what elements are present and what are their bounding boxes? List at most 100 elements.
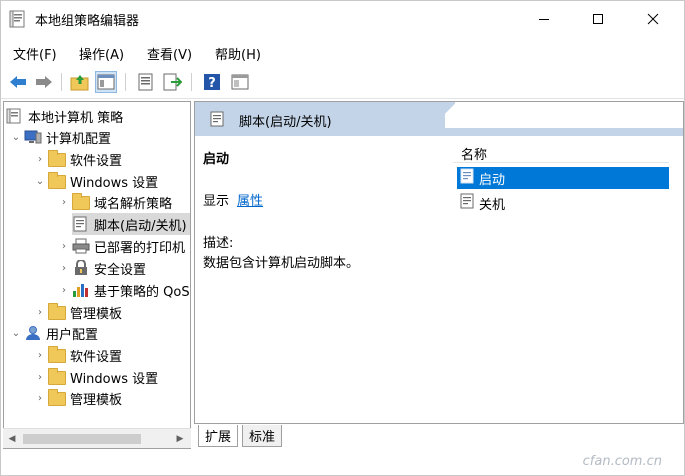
title-bar: 本地组策略编辑器: [1, 1, 684, 37]
tab-standard[interactable]: 标准: [242, 425, 283, 447]
export-list-button[interactable]: [161, 71, 183, 93]
tree-item-root[interactable]: 本地计算机 策略: [6, 105, 123, 127]
tree-horizontal-scrollbar[interactable]: ◀ ▶: [3, 428, 191, 448]
user-icon: [24, 325, 42, 341]
chevron-right-icon[interactable]: ›: [56, 241, 72, 252]
show-label: 显示: [203, 194, 230, 209]
maximize-icon: [593, 14, 603, 24]
security-icon: [72, 259, 90, 276]
properties-icon: [138, 73, 153, 91]
chevron-down-icon[interactable]: ⌄: [8, 328, 24, 339]
tree-item-user-admin-templates[interactable]: › 管理模板: [32, 387, 122, 409]
tree-item-user-config[interactable]: ⌄ 用户配置: [8, 322, 98, 344]
tree-item-label: 计算机配置: [46, 131, 112, 147]
help-icon: ?: [204, 74, 220, 91]
view-tabs: 扩展 标准: [194, 424, 684, 448]
tree-item-security-settings[interactable]: › 安全设置: [56, 257, 146, 279]
up-folder-button[interactable]: [69, 71, 91, 93]
tree-item-name-resolution-policy[interactable]: › 域名解析策略: [56, 191, 172, 213]
svg-text:?: ?: [208, 76, 216, 91]
tree-item-computer-config[interactable]: ⌄ 计算机配置: [8, 126, 111, 148]
menu-action[interactable]: 操作(A): [79, 44, 124, 63]
chevron-right-icon[interactable]: ›: [32, 350, 48, 361]
menu-view[interactable]: 查看(V): [147, 44, 192, 63]
list-item-label: 关机: [479, 197, 506, 213]
list-item-label: 启动: [479, 172, 506, 188]
export-list-icon: [163, 73, 182, 91]
up-folder-icon: [70, 75, 89, 91]
back-button[interactable]: [7, 71, 29, 93]
tree-item-label: 安全设置: [94, 262, 147, 278]
tree-item-label: 软件设置: [70, 349, 123, 365]
tree-item-deployed-printers[interactable]: › 已部署的打印机: [56, 235, 185, 257]
details-header-band: [435, 128, 683, 136]
forward-button[interactable]: [33, 71, 55, 93]
maximize-button[interactable]: [575, 1, 621, 37]
window-title: 本地组策略编辑器: [35, 14, 140, 29]
details-pane: 脚本(启动/关机) 启动 显示 属性 描述: 数据包含计算机启动脚本。 名称 启…: [194, 101, 684, 424]
tree-item-admin-templates[interactable]: › 管理模板: [32, 301, 122, 323]
close-button[interactable]: [630, 1, 676, 37]
list-item-shutdown[interactable]: 关机: [457, 192, 669, 214]
description-label: 描述:: [203, 236, 234, 251]
tree-item-label: 管理模板: [70, 392, 123, 408]
toolbar-separator: [125, 73, 126, 91]
chevron-right-icon[interactable]: ›: [56, 263, 72, 274]
tree-item-user-software-settings[interactable]: › 软件设置: [32, 344, 122, 366]
chevron-right-icon[interactable]: ›: [32, 372, 48, 383]
gpedit-window: 本地组策略编辑器 文件(F) 操作(A) 查看(V) 帮助(H) ? 本地计算机…: [0, 0, 685, 476]
extended-title: 启动: [203, 152, 230, 167]
minimize-icon: [539, 19, 549, 20]
tree-item-user-windows-settings[interactable]: › Windows 设置: [32, 366, 158, 388]
folder-icon: [48, 368, 66, 385]
column-header-name[interactable]: 名称: [461, 144, 487, 163]
properties-button[interactable]: [135, 71, 157, 93]
tree-item-label: 管理模板: [70, 306, 123, 322]
tree-item-label: 脚本(启动/关机): [94, 218, 187, 234]
extended-view-button[interactable]: [229, 71, 251, 93]
scroll-left-icon[interactable]: ◀: [5, 432, 19, 446]
details-header: 脚本(启动/关机): [195, 102, 683, 136]
scroll-right-icon[interactable]: ▶: [173, 432, 187, 446]
tree-item-scripts[interactable]: 脚本(启动/关机): [72, 213, 190, 235]
printer-icon: [72, 238, 90, 254]
details-header-title: 脚本(启动/关机): [239, 115, 332, 130]
tab-label: 标准: [249, 430, 276, 445]
chevron-down-icon[interactable]: ⌄: [32, 176, 48, 187]
chevron-right-icon[interactable]: ›: [32, 393, 48, 404]
tab-extended[interactable]: 扩展: [198, 425, 239, 447]
menu-help[interactable]: 帮助(H): [215, 44, 261, 63]
script-icon: [209, 111, 225, 131]
column-divider: [453, 162, 669, 163]
tree-item-policy-qos[interactable]: › 基于策略的 QoS: [56, 279, 190, 301]
extended-view-icon: [231, 74, 249, 90]
help-button[interactable]: ?: [201, 71, 223, 93]
description-text: 数据包含计算机启动脚本。: [203, 256, 360, 271]
chevron-right-icon[interactable]: ›: [56, 285, 72, 296]
tab-label: 扩展: [205, 430, 232, 445]
tree-item-software-settings[interactable]: › 软件设置: [32, 148, 122, 170]
chevron-right-icon[interactable]: ›: [32, 307, 48, 318]
folder-icon: [48, 172, 66, 189]
toolbar-separator: [61, 73, 62, 91]
folder-icon: [48, 389, 66, 406]
tree-item-label: 软件设置: [70, 153, 123, 169]
tree-pane: 本地计算机 策略 ⌄ 计算机配置 › 软件设置 ⌄ Windows 设置 › 域…: [3, 101, 191, 449]
properties-link[interactable]: 属性: [237, 190, 263, 209]
chevron-right-icon[interactable]: ›: [32, 154, 48, 165]
show-hide-tree-button[interactable]: [95, 71, 117, 93]
tree-item-label: 已部署的打印机: [94, 240, 186, 256]
chevron-down-icon[interactable]: ⌄: [8, 132, 24, 143]
tree-item-label: 用户配置: [46, 327, 99, 343]
minimize-button[interactable]: [521, 1, 567, 37]
menu-file[interactable]: 文件(F): [13, 44, 57, 63]
tree-item-windows-settings[interactable]: ⌄ Windows 设置: [32, 170, 158, 192]
chevron-right-icon[interactable]: ›: [56, 197, 72, 208]
tree-item-label: 基于策略的 QoS: [94, 284, 190, 300]
folder-icon: [48, 150, 66, 167]
folder-icon: [48, 303, 66, 320]
close-icon: [647, 13, 659, 25]
list-item-startup[interactable]: 启动: [457, 167, 669, 189]
script-icon: [459, 193, 475, 213]
scrollbar-thumb[interactable]: [23, 434, 141, 444]
